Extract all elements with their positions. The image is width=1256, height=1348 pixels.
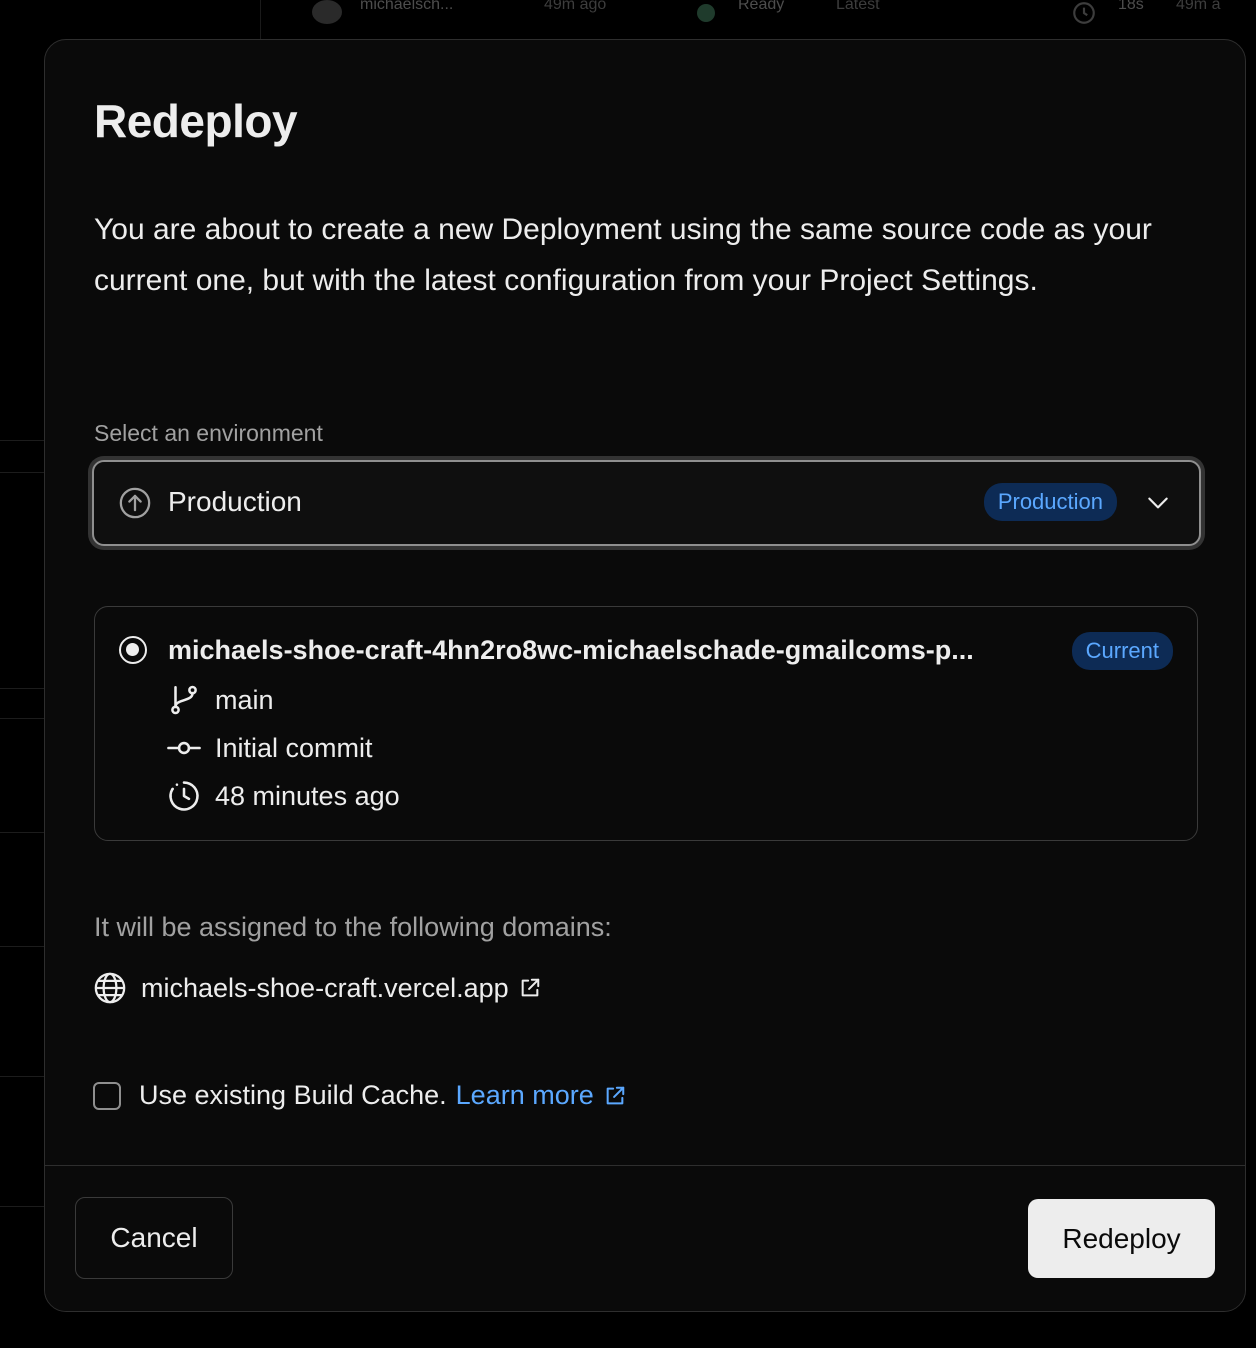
- branch-name: main: [215, 684, 274, 715]
- dialog-description: You are about to create a new Deployment…: [94, 213, 1152, 297]
- background-avatar: [312, 0, 342, 24]
- redeploy-dialog: Redeploy You are about to create a new D…: [44, 39, 1246, 1312]
- chevron-down-icon: [1148, 497, 1168, 509]
- domain-item: michaels-shoe-craft.vercel.app: [93, 971, 541, 1005]
- background-divider: [0, 688, 44, 689]
- environment-select[interactable]: Production Production: [92, 460, 1201, 546]
- background-divider: [0, 472, 44, 473]
- domains-label: It will be assigned to the following dom…: [94, 912, 612, 942]
- background-divider: [0, 832, 44, 833]
- background-divider: [0, 946, 44, 947]
- build-cache-option[interactable]: Use existing Build Cache. Learn more: [93, 1080, 626, 1111]
- external-link-icon[interactable]: [519, 977, 541, 999]
- deployment-radio[interactable]: [119, 636, 147, 664]
- dialog-title: Redeploy: [94, 95, 298, 147]
- background-divider: [260, 0, 261, 40]
- commit-message: Initial commit: [215, 732, 373, 763]
- deployment-name: michaels-shoe-craft-4hn2ro8wc-michaelsch…: [168, 635, 974, 665]
- deployment-commit: Initial commit: [167, 731, 373, 765]
- deployment-branch: main: [167, 683, 274, 717]
- redeploy-button[interactable]: Redeploy: [1028, 1199, 1215, 1278]
- background-divider: [0, 718, 44, 719]
- status-dot-icon: [697, 4, 715, 22]
- background-author: michaelsch...: [360, 0, 454, 13]
- external-link-icon[interactable]: [604, 1085, 626, 1107]
- background-divider: [0, 440, 44, 441]
- background-age: 49m ago: [544, 0, 607, 13]
- clock-icon: [1073, 2, 1095, 24]
- git-commit-icon: [167, 741, 201, 755]
- deployment-card[interactable]: michaels-shoe-craft-4hn2ro8wc-michaelsch…: [94, 606, 1198, 841]
- arrow-up-circle-icon: [119, 487, 151, 519]
- globe-icon: [94, 972, 126, 1004]
- deployment-time: 48 minutes ago: [167, 779, 400, 813]
- background-divider: [0, 1076, 44, 1077]
- dialog-footer: Cancel Redeploy: [45, 1165, 1245, 1311]
- background-divider: [0, 1206, 44, 1207]
- cancel-button[interactable]: Cancel: [75, 1197, 233, 1279]
- background-duration: 18s: [1118, 0, 1144, 13]
- build-cache-label: Use existing Build Cache.: [139, 1080, 447, 1110]
- deployment-age: 48 minutes ago: [215, 780, 400, 811]
- background-age-right: 49m a: [1176, 0, 1221, 13]
- background-tag: Latest: [836, 0, 880, 13]
- git-branch-icon: [171, 685, 197, 715]
- environment-select-value: Production: [168, 486, 302, 517]
- learn-more-link[interactable]: Learn more: [456, 1080, 594, 1111]
- environment-badge: Production: [983, 483, 1117, 521]
- environment-label: Select an environment: [94, 420, 323, 446]
- build-cache-checkbox[interactable]: [93, 1081, 121, 1110]
- clock-icon: [169, 781, 199, 811]
- domain-link[interactable]: michaels-shoe-craft.vercel.app: [141, 973, 509, 1004]
- background-status: Ready: [738, 0, 785, 13]
- current-badge: Current: [1071, 632, 1173, 670]
